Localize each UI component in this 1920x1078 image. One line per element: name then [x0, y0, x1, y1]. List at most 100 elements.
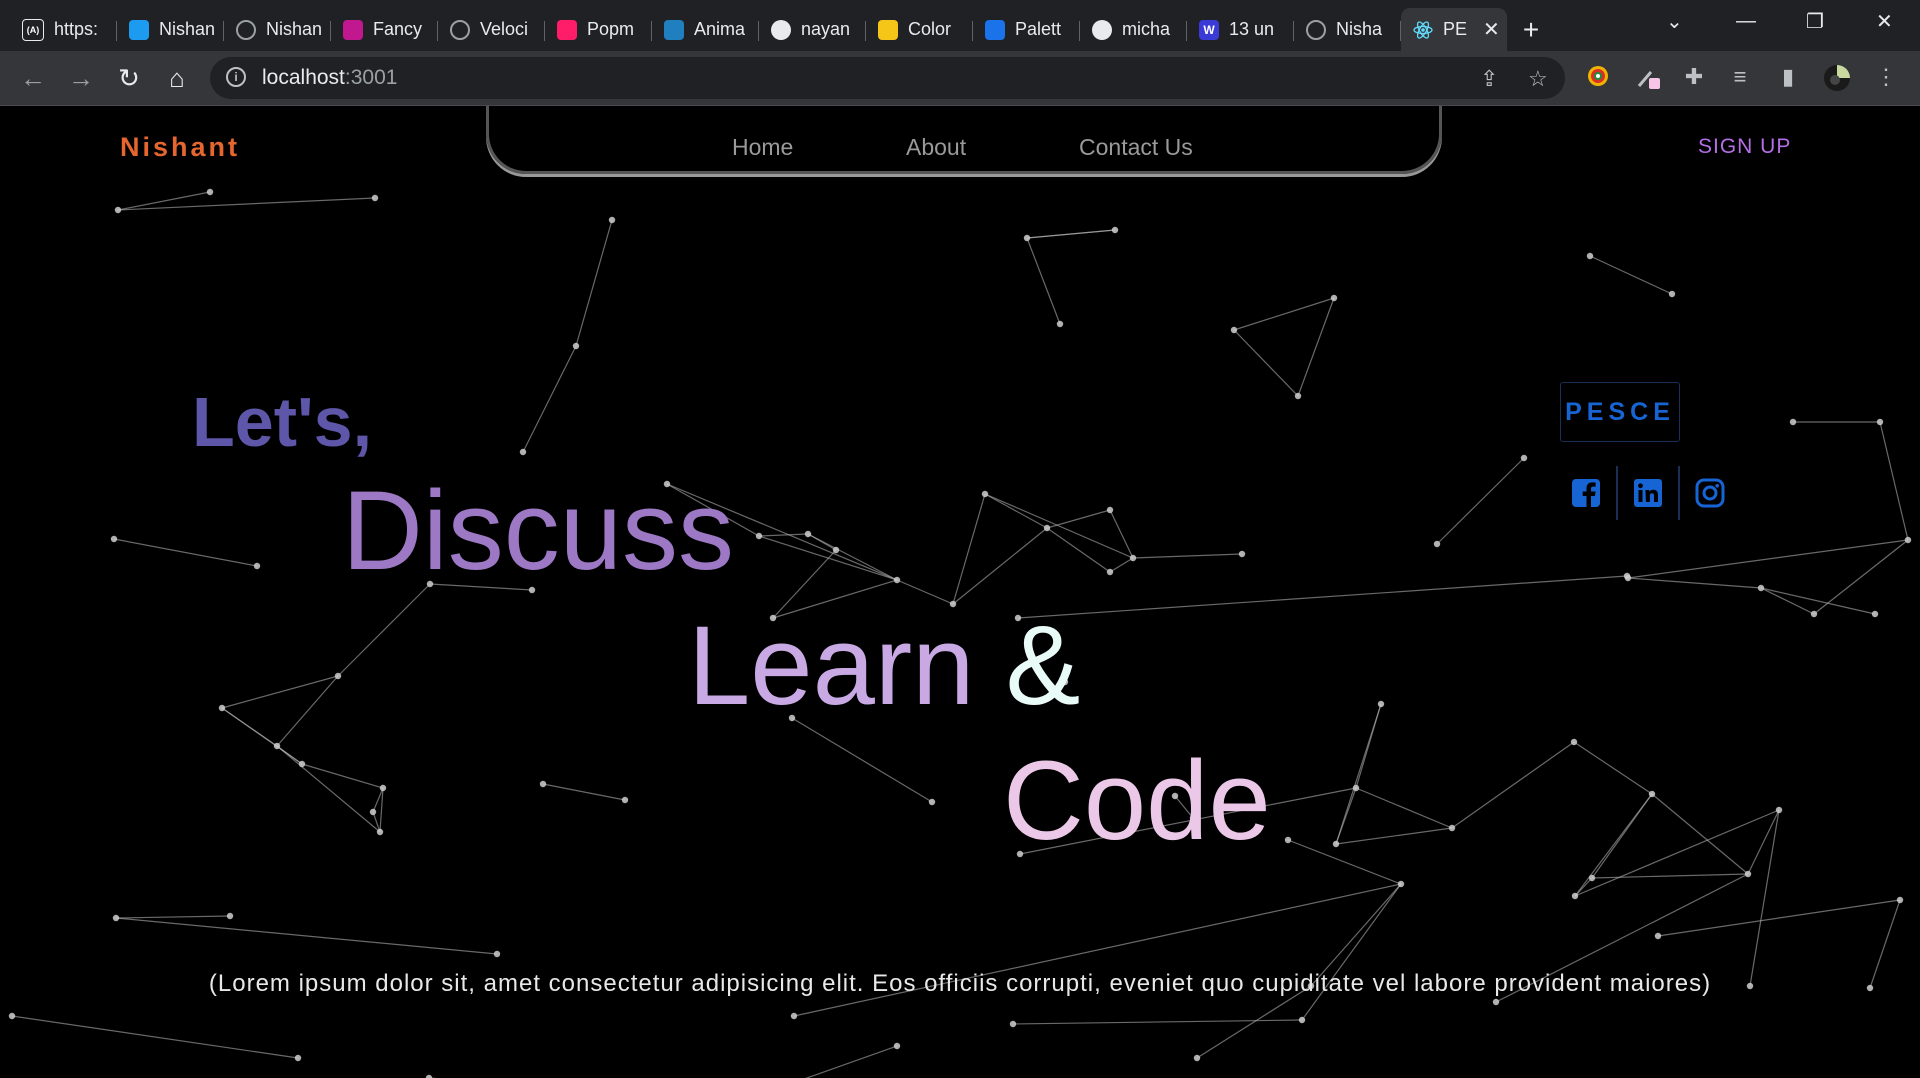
share-icon[interactable]: ⇪ [1480, 66, 1498, 92]
network-node [1744, 870, 1752, 878]
github-icon [1092, 19, 1112, 40]
minimize-button[interactable]: — [1736, 0, 1756, 43]
network-node [572, 342, 580, 350]
network-link [807, 533, 898, 581]
network-node [1896, 896, 1904, 904]
home-button[interactable]: ⌂ [162, 63, 192, 93]
network-link [805, 1045, 898, 1078]
network-node [379, 784, 387, 792]
hero-line-code: Code [1003, 738, 1271, 863]
back-button[interactable]: ← [18, 63, 48, 93]
network-node [981, 490, 989, 498]
twitter-icon [129, 19, 149, 40]
network-link [758, 533, 809, 537]
hero-line-learn: Learn & [688, 601, 1080, 730]
signup-button[interactable]: SIGN UP [1698, 135, 1791, 159]
network-node [1298, 1016, 1306, 1024]
url-host: localhost [262, 66, 345, 89]
browser-tab[interactable]: Color [866, 8, 973, 51]
network-node [493, 950, 501, 958]
network-node [1871, 610, 1879, 618]
side-panel-icon[interactable]: ▮ [1775, 64, 1801, 90]
network-node [1106, 506, 1114, 514]
network-link [1574, 809, 1780, 897]
browser-tab[interactable]: Popm [545, 8, 652, 51]
profile-avatar[interactable] [1823, 64, 1850, 91]
close-tab-icon[interactable]: ✕ [1483, 17, 1500, 42]
network-link [984, 493, 1134, 559]
forward-button[interactable]: → [66, 63, 96, 93]
globe-icon [1306, 19, 1326, 40]
network-node [832, 546, 840, 554]
hero-line-lets: Let's, [192, 383, 373, 461]
network-node [1757, 584, 1765, 592]
browser-tab[interactable]: W 13 un [1187, 8, 1294, 51]
network-node [8, 1012, 16, 1020]
network-node [1588, 874, 1596, 882]
network-node [804, 530, 812, 538]
new-tab-button[interactable]: + [1507, 8, 1555, 51]
eyedropper-extension-icon[interactable] [1635, 64, 1661, 90]
site-logo[interactable]: Nishant [120, 132, 240, 163]
reload-button[interactable]: ↻ [114, 63, 144, 93]
facebook-link[interactable] [1556, 466, 1616, 520]
tab-title: Nishan [266, 19, 322, 39]
browser-tab[interactable]: micha [1080, 8, 1187, 51]
network-node [1111, 226, 1119, 234]
palette-icon [985, 19, 1005, 40]
url-text: localhost:3001 [262, 66, 397, 90]
network-link [1026, 237, 1061, 325]
nav-link-contact[interactable]: Contact Us [1079, 134, 1193, 161]
browser-tab[interactable]: (A) https: [10, 8, 117, 51]
network-node [1586, 252, 1594, 260]
browser-tab[interactable]: Nisha [1294, 8, 1401, 51]
network-link [337, 583, 431, 677]
network-node [1775, 806, 1783, 814]
browser-tab[interactable]: nayan [759, 8, 866, 51]
browser-tab[interactable]: PE ✕ [1401, 8, 1507, 51]
instagram-link[interactable] [1678, 466, 1740, 520]
facebook-icon [1572, 479, 1600, 507]
network-link [1573, 741, 1653, 795]
browser-tab[interactable]: Anima [652, 8, 759, 51]
site-info-icon[interactable]: i [226, 67, 246, 87]
network-link [1109, 557, 1134, 573]
network-link [276, 745, 381, 833]
network-node [1129, 554, 1137, 562]
browser-tab[interactable]: Veloci [438, 8, 545, 51]
network-link [1451, 741, 1575, 829]
network-link [1436, 457, 1525, 545]
network-node [1332, 840, 1340, 848]
tab-list: (A) https: Nishan Nishan Fancy Veloci Popm Anim… [0, 8, 1507, 51]
color-extension-icon[interactable] [1585, 64, 1611, 90]
browser-tab[interactable]: Nishan [224, 8, 331, 51]
network-node [1193, 1054, 1201, 1062]
extensions-puzzle-icon[interactable]: ✚ [1681, 64, 1707, 90]
media-control-icon[interactable]: ≡ [1727, 64, 1753, 90]
nav-link-home[interactable]: Home [732, 134, 793, 161]
menu-kebab-icon[interactable]: ⋮ [1873, 64, 1899, 90]
fancy-icon [343, 19, 363, 40]
network-node [1789, 418, 1797, 426]
network-link [1879, 421, 1909, 541]
address-bar[interactable]: i localhost:3001 ⇪ ☆ [210, 57, 1565, 99]
network-link [1760, 587, 1815, 615]
network-node [893, 576, 901, 584]
browser-tab[interactable]: Nishan [117, 8, 224, 51]
network-node [334, 672, 342, 680]
browser-tab[interactable]: Fancy [331, 8, 438, 51]
nav-link-about[interactable]: About [906, 134, 966, 161]
network-link [1109, 509, 1134, 559]
network-node [1056, 320, 1064, 328]
network-link [952, 527, 1048, 605]
bookmark-star-icon[interactable]: ☆ [1528, 66, 1548, 92]
color-icon [878, 19, 898, 40]
linkedin-link[interactable] [1616, 466, 1678, 520]
restore-button[interactable]: ❐ [1806, 0, 1824, 43]
browser-tab[interactable]: Palett [973, 8, 1080, 51]
tab-search-icon[interactable]: ⌄ [1666, 0, 1683, 43]
pesce-badge-button[interactable]: PESCE [1560, 382, 1680, 442]
globe-icon [236, 19, 256, 40]
close-window-button[interactable]: ✕ [1876, 0, 1893, 43]
network-node [206, 188, 214, 196]
